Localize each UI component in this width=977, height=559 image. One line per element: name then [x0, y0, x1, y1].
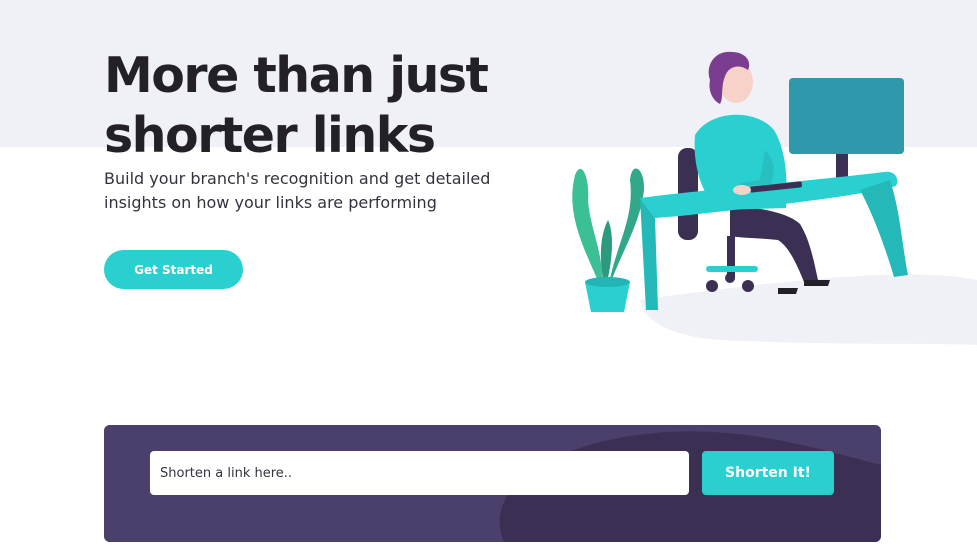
hero-title: More than just shorter links [104, 46, 489, 166]
shorten-link-section: Shorten It! [104, 425, 881, 542]
shorten-link-input[interactable] [150, 451, 689, 495]
get-started-button[interactable]: Get Started [104, 250, 243, 289]
hero-subtitle-line: insights on how your links are performin… [104, 193, 437, 212]
hero-title-line: More than just [104, 47, 489, 104]
hero-title-line: shorter links [104, 107, 436, 164]
hero-subtitle-line: Build your branch's recognition and get … [104, 169, 491, 188]
hero-subtitle: Build your branch's recognition and get … [104, 167, 524, 215]
shorten-it-button[interactable]: Shorten It! [702, 451, 834, 495]
person-working-illustration [572, 51, 977, 345]
